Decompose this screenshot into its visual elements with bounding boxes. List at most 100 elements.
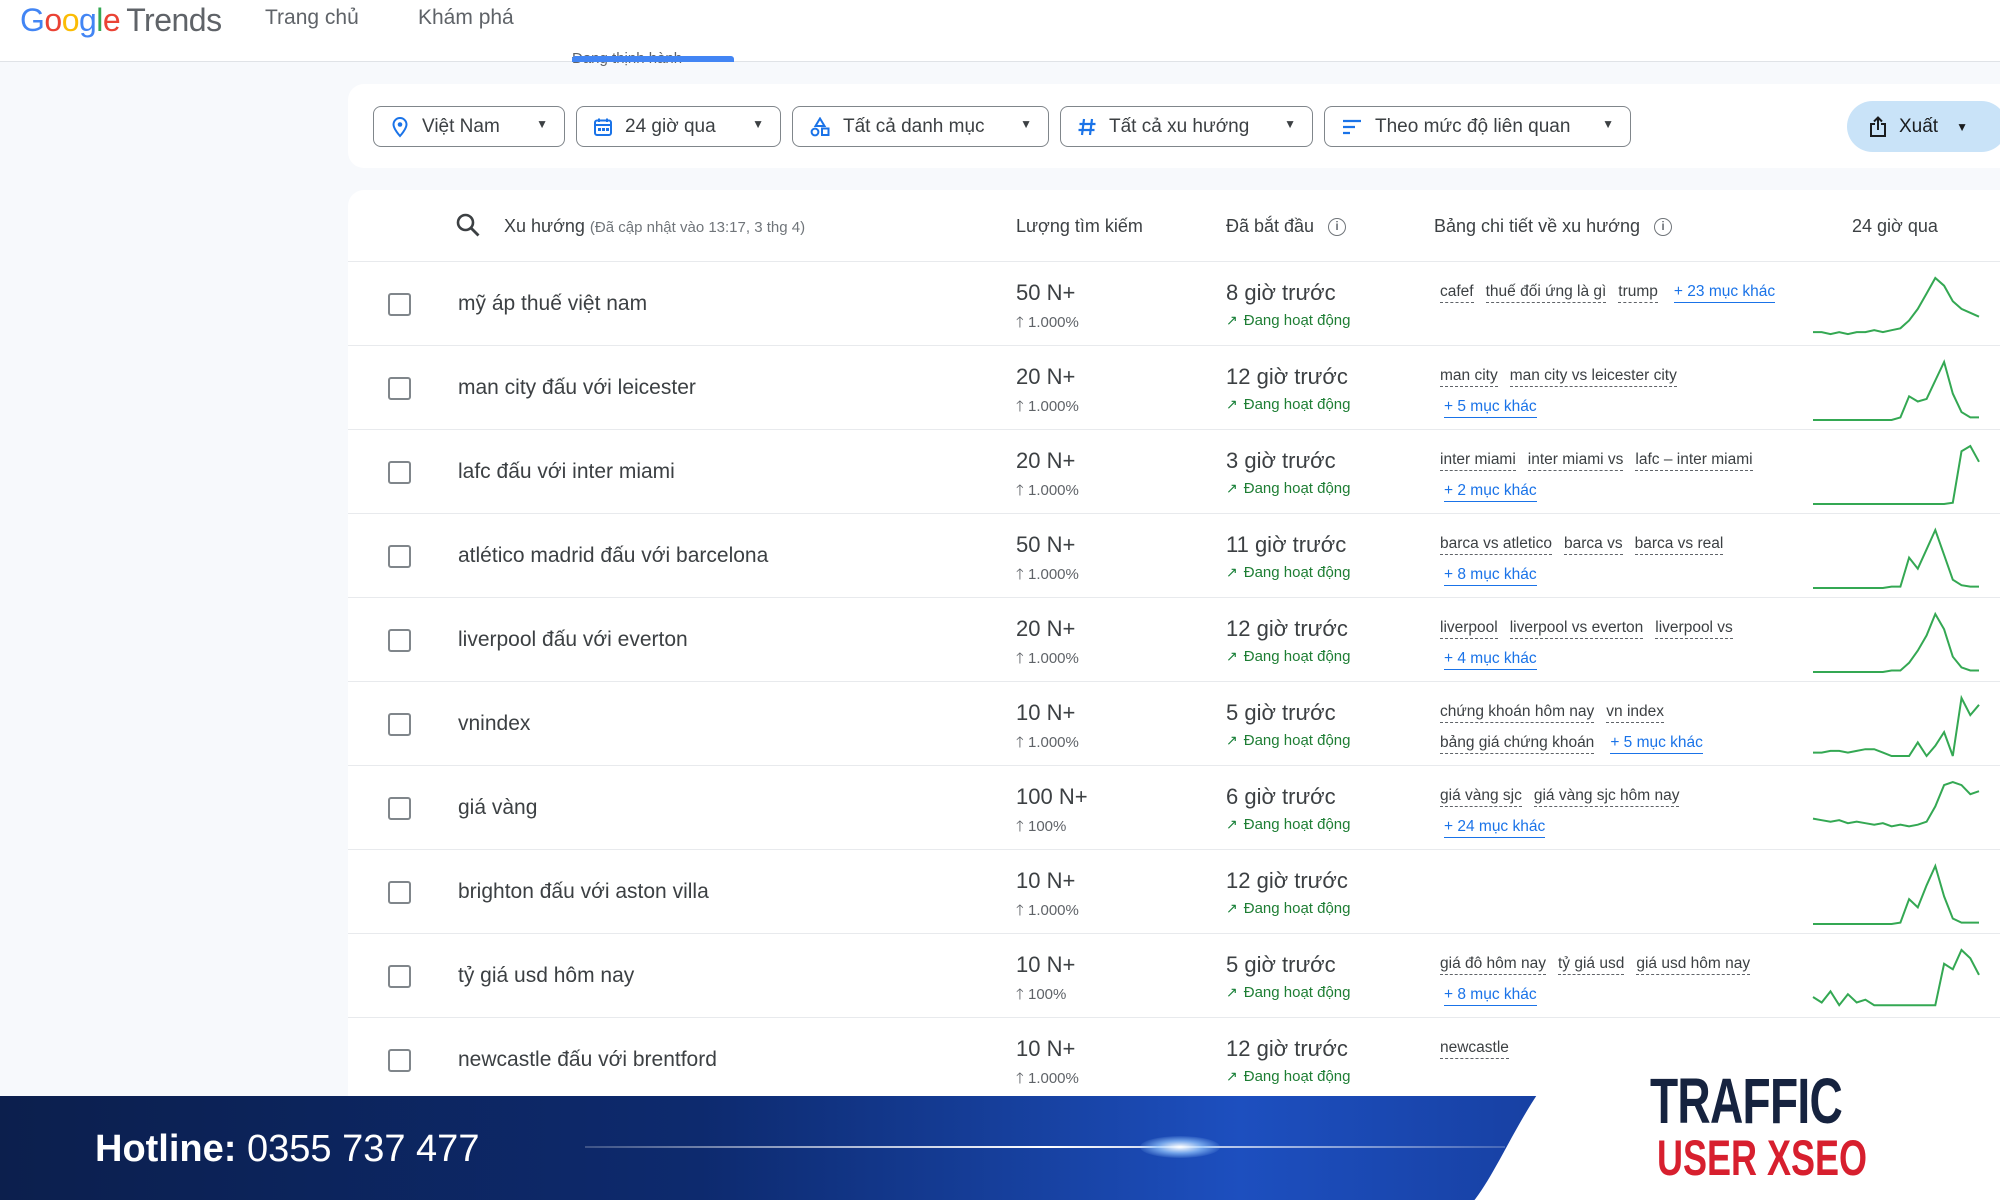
active-status-label: Đang hoạt động bbox=[1243, 984, 1351, 1001]
row-checkbox[interactable] bbox=[388, 293, 411, 316]
breakdown-query-link[interactable]: bảng giá chứng khoán bbox=[1440, 733, 1595, 754]
range-column-header: 24 giờ qua bbox=[1852, 216, 1938, 236]
breakdown-query-link[interactable]: man city bbox=[1440, 366, 1498, 387]
time-filter[interactable]: 24 giờ qua ▼ bbox=[576, 106, 781, 147]
table-row[interactable]: brighton đấu với aston villa 10 N+ 🡑 1.000… bbox=[348, 850, 2000, 934]
sparkline-line bbox=[1813, 694, 1980, 758]
table-row[interactable]: man city đấu với leicester 20 N+ 🡑 1.000% 1… bbox=[348, 346, 2000, 430]
volume-column-header[interactable]: Lượng tìm kiếm bbox=[1016, 216, 1143, 237]
trend-header-label: Xu hướng bbox=[504, 216, 585, 236]
breakdown-header-label: Bảng chi tiết về xu hướng bbox=[1434, 216, 1640, 236]
trend-title[interactable]: newcastle đấu với brentford bbox=[458, 1048, 717, 1072]
trend-title[interactable]: liverpool đấu với everton bbox=[458, 628, 688, 652]
breakdown-query-link[interactable]: tỷ giá usd bbox=[1558, 954, 1625, 975]
trend-title[interactable]: tỷ giá usd hôm nay bbox=[458, 964, 634, 988]
more-items-link[interactable]: + 5 mục khác bbox=[1610, 733, 1703, 754]
active-status: ↗ Đang hoạt động bbox=[1226, 648, 1351, 665]
trend-type-filter[interactable]: Tất cả xu hướng ▼ bbox=[1060, 106, 1313, 147]
volume-increase-value: 1.000% bbox=[1027, 398, 1079, 415]
hotline-number: 0355 737 477 bbox=[247, 1128, 480, 1170]
export-button[interactable]: Xuất ▼ bbox=[1847, 101, 2000, 152]
breakdown-query-link[interactable]: man city vs leicester city bbox=[1509, 366, 1677, 387]
row-checkbox[interactable] bbox=[388, 629, 411, 652]
more-items-link[interactable]: + 4 mục khác bbox=[1444, 649, 1537, 670]
nav-explore[interactable]: Khám phá bbox=[418, 6, 514, 30]
breakdown-query-link[interactable]: vn index bbox=[1606, 702, 1665, 723]
table-row[interactable]: atlético madrid đấu với barcelona 50 N+ 🡑 … bbox=[348, 514, 2000, 598]
breakdown-query-link[interactable]: barca vs atletico bbox=[1440, 534, 1552, 555]
breakdown-query-link[interactable]: liverpool vs everton bbox=[1509, 618, 1644, 639]
row-checkbox[interactable] bbox=[388, 377, 411, 400]
sparkline-chart bbox=[1812, 780, 1980, 828]
table-row[interactable]: vnindex 10 N+ 🡑 1.000% 5 giờ trước ↗ Đang hoạ… bbox=[348, 682, 2000, 766]
category-filter[interactable]: Tất cả danh mục ▼ bbox=[792, 106, 1049, 147]
active-status-label: Đang hoạt động bbox=[1243, 312, 1351, 329]
active-status: ↗ Đang hoạt động bbox=[1226, 816, 1351, 833]
more-items-link[interactable]: + 8 mục khác bbox=[1444, 985, 1537, 1006]
more-items-link[interactable]: + 23 mục khác bbox=[1673, 282, 1776, 303]
trend-breakdown: liverpool liverpool vs everton liverpool v… bbox=[1440, 612, 1780, 674]
breakdown-query-link[interactable]: giá vàng sjc hôm nay bbox=[1533, 786, 1680, 807]
top-bar: GoogleTrends Trang chủ Khám phá Đang thị… bbox=[0, 0, 2000, 67]
volume-increase: 🡑 1.000% bbox=[1016, 396, 1079, 421]
sparkline-line bbox=[1813, 444, 1980, 505]
breakdown-query-link[interactable]: liverpool vs bbox=[1655, 618, 1733, 639]
breakdown-query-link[interactable]: giá vàng sjc bbox=[1440, 786, 1522, 807]
trending-up-icon: ↗ bbox=[1226, 480, 1238, 496]
breakdown-query-link[interactable]: giá đô hôm nay bbox=[1440, 954, 1546, 975]
row-checkbox[interactable] bbox=[388, 545, 411, 568]
breakdown-query-link[interactable]: thuế đối ứng là gì bbox=[1485, 282, 1607, 303]
table-row[interactable]: tỷ giá usd hôm nay 10 N+ 🡑 100% 5 giờ trước… bbox=[348, 934, 2000, 1018]
breakdown-query-link[interactable]: inter miami vs bbox=[1527, 450, 1624, 471]
arrow-up-icon: 🡑 bbox=[1016, 818, 1024, 835]
row-checkbox[interactable] bbox=[388, 797, 411, 820]
trend-title[interactable]: lafc đấu với inter miami bbox=[458, 460, 675, 484]
row-checkbox[interactable] bbox=[388, 881, 411, 904]
breakdown-query-link[interactable]: chứng khoán hôm nay bbox=[1440, 702, 1595, 723]
started-time: 12 giờ trước bbox=[1226, 616, 1348, 641]
google-trends-logo[interactable]: Google Trends bbox=[20, 2, 222, 39]
breakdown-query-link[interactable]: liverpool bbox=[1440, 618, 1498, 639]
more-items-link[interactable]: + 24 mục khác bbox=[1444, 817, 1546, 838]
info-icon[interactable]: i bbox=[1653, 218, 1672, 236]
row-checkbox[interactable] bbox=[388, 713, 411, 736]
breakdown-query-link[interactable]: cafef bbox=[1440, 282, 1474, 303]
trending-up-icon: ↗ bbox=[1226, 900, 1238, 916]
sparkline-chart bbox=[1813, 527, 1979, 589]
category-shapes-icon bbox=[810, 116, 830, 136]
breakdown-query-link[interactable]: giá usd hôm nay bbox=[1636, 954, 1751, 975]
volume-increase: 🡑 100% bbox=[1016, 984, 1066, 1009]
table-row[interactable]: giá vàng 100 N+ 🡑 100% 6 giờ trước ↗ Đang hoạ… bbox=[348, 766, 2000, 850]
trend-breakdown: giá đô hôm nay tỷ giá usd giá usd hôm nay +… bbox=[1440, 948, 1780, 1010]
volume-increase: 🡑 1.000% bbox=[1016, 900, 1079, 925]
trend-title[interactable]: mỹ áp thuế việt nam bbox=[458, 292, 647, 316]
info-icon[interactable]: i bbox=[1328, 218, 1347, 236]
location-filter[interactable]: Việt Nam ▼ bbox=[373, 106, 565, 147]
table-row[interactable]: liverpool đấu với everton 20 N+ 🡑 1.000% 12… bbox=[348, 598, 2000, 682]
row-checkbox[interactable] bbox=[388, 965, 411, 988]
trend-title[interactable]: atlético madrid đấu với barcelona bbox=[458, 544, 768, 568]
row-checkbox[interactable] bbox=[388, 461, 411, 484]
trend-title[interactable]: giá vàng bbox=[458, 796, 537, 820]
search-volume: 10 N+ bbox=[1016, 952, 1076, 977]
sort-filter[interactable]: Theo mức độ liên quan ▼ bbox=[1324, 106, 1631, 147]
breakdown-query-link[interactable]: barca vs bbox=[1564, 534, 1623, 555]
more-items-link[interactable]: + 5 mục khác bbox=[1444, 397, 1537, 418]
trend-title[interactable]: brighton đấu với aston villa bbox=[458, 880, 709, 904]
started-time: 12 giờ trước bbox=[1226, 364, 1348, 389]
table-row[interactable]: mỹ áp thuế việt nam 50 N+ 🡑 1.000% 8 giờ tr… bbox=[348, 262, 2000, 346]
row-checkbox[interactable] bbox=[388, 1049, 411, 1072]
sparkline-line bbox=[1813, 276, 1980, 336]
nav-home[interactable]: Trang chủ bbox=[265, 6, 359, 30]
breakdown-query-link[interactable]: barca vs real bbox=[1634, 534, 1724, 555]
breakdown-query-link[interactable]: lafc – inter miami bbox=[1635, 450, 1753, 471]
more-items-link[interactable]: + 2 mục khác bbox=[1444, 481, 1537, 502]
breakdown-query-link[interactable]: trump bbox=[1618, 282, 1658, 303]
trend-title[interactable]: vnindex bbox=[458, 712, 530, 736]
table-row[interactable]: lafc đấu với inter miami 20 N+ 🡑 1.000% 3 g… bbox=[348, 430, 2000, 514]
trend-title[interactable]: man city đấu với leicester bbox=[458, 376, 696, 400]
breakdown-query-link[interactable]: inter miami bbox=[1440, 450, 1516, 471]
search-icon[interactable] bbox=[455, 212, 481, 238]
more-items-link[interactable]: + 8 mục khác bbox=[1444, 565, 1537, 586]
volume-increase: 🡑 1.000% bbox=[1016, 648, 1079, 673]
